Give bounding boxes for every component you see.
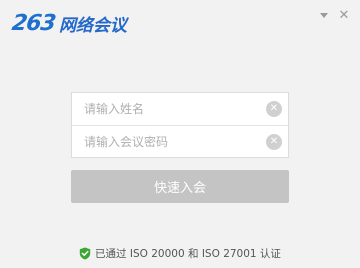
name-field: ✕ [72, 93, 288, 125]
close-button[interactable]: ✕ [337, 8, 351, 22]
name-input[interactable] [82, 101, 256, 117]
clear-name-icon[interactable]: ✕ [266, 101, 282, 117]
logo-text: 网络会议 [58, 15, 127, 36]
login-window: 263 网络会议 ✕ ✕ ✕ 快速入会 已通过 ISO 20000 和 ISO … [0, 0, 360, 268]
shield-check-icon [79, 247, 91, 260]
dropdown-triangle-icon [320, 12, 328, 18]
password-field: ✕ [72, 125, 288, 158]
certification-text: 已通过 ISO 20000 和 ISO 27001 认证 [95, 248, 281, 260]
meeting-password-input[interactable] [82, 134, 256, 150]
logo: 263 网络会议 [10, 10, 127, 36]
login-form: ✕ ✕ [71, 92, 289, 158]
clear-password-icon[interactable]: ✕ [266, 134, 282, 150]
dropdown-menu-button[interactable] [317, 8, 331, 22]
logo-number: 263 [10, 10, 57, 36]
quick-join-button[interactable]: 快速入会 [71, 170, 289, 203]
certification-note: 已通过 ISO 20000 和 ISO 27001 认证 [0, 246, 360, 261]
close-icon: ✕ [338, 7, 350, 23]
